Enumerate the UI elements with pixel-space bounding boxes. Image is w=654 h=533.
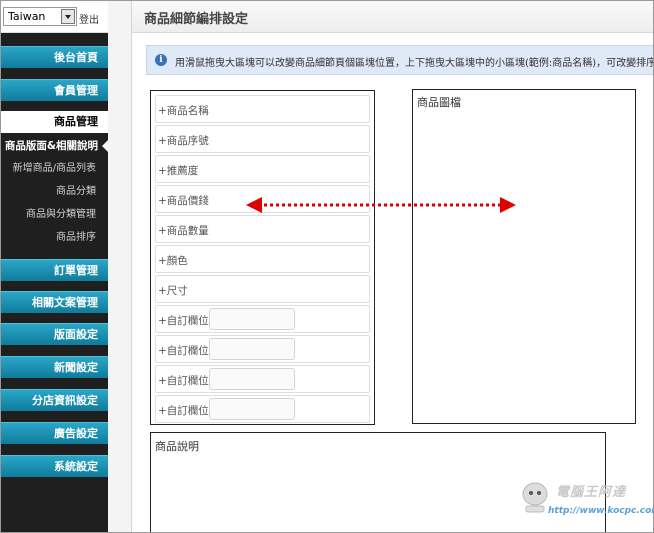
nav-home[interactable]: 後台首頁 [1,46,108,68]
field-custom-3[interactable]: +自訂欄位3 [155,365,370,393]
page-title: 商品細節編排設定 [144,12,249,27]
nav-members[interactable]: 會員管理 [1,79,108,101]
custom-field-2-input[interactable] [209,338,295,360]
info-icon: i [155,54,167,66]
field-label: +推薦度 [158,165,199,177]
watermark: 電腦王阿達 http://www.kocpc.com.tw [518,478,653,524]
field-custom-2[interactable]: +自訂欄位2 [155,335,370,363]
sub-item-categories[interactable]: 商品分類 [1,182,108,202]
chevron-down-icon[interactable] [61,9,75,24]
custom-field-1-input[interactable] [209,308,295,330]
custom-field-4-input[interactable] [209,398,295,420]
field-custom-1[interactable]: +自訂欄位1 [155,305,370,333]
product-image-block[interactable]: 商品圖檔 [412,89,636,424]
nav-news-settings[interactable]: 新聞設定 [1,356,108,378]
arrow-right-icon [500,197,516,213]
field-label: +商品價錢 [158,195,209,207]
field-product-serial[interactable]: +商品序號 [155,125,370,153]
logout-link[interactable]: 登出 [79,11,99,26]
nav-orders[interactable]: 訂單管理 [1,259,108,281]
custom-field-3-input[interactable] [209,368,295,390]
language-select[interactable]: Taiwan [3,7,77,26]
field-label: +商品數量 [158,225,209,237]
sub-item-product-list[interactable]: 新增商品/商品列表 [1,159,108,179]
sub-item-product-layout[interactable]: 商品版面&相關說明 [1,136,108,156]
arrow-left-icon [246,197,262,213]
field-color[interactable]: +顏色 [155,245,370,273]
field-label: +自訂欄位4 [158,405,216,417]
field-product-name[interactable]: +商品名稱 [155,95,370,123]
nav-ad-settings[interactable]: 廣告設定 [1,422,108,444]
watermark-url: http://www.kocpc.com.tw [548,506,653,516]
field-label: +自訂欄位1 [158,315,216,327]
main-content: 商品細節編排設定 i 用滑鼠拖曳大區塊可以改變商品細節頁個區塊位置，上下拖曳大區… [131,1,654,532]
info-text: 用滑鼠拖曳大區塊可以改變商品細節頁個區塊位置，上下拖曳大區塊中的小區塊(範例:商… [175,58,654,69]
product-fields-block[interactable]: +商品名稱 +商品序號 +推薦度 +商品價錢 +商品數量 +顏色 +尺寸 +自訂… [150,90,375,425]
app-window: Taiwan 登出 後台首頁 會員管理 商品管理 商品版面&相關說明 新增商品/… [0,0,654,533]
field-custom-4[interactable]: +自訂欄位4 [155,395,370,423]
field-label: +商品序號 [158,135,209,147]
field-label: +商品名稱 [158,105,209,117]
sidebar: Taiwan 登出 後台首頁 會員管理 商品管理 商品版面&相關說明 新增商品/… [1,1,108,532]
watermark-title: 電腦王阿達 [556,485,627,500]
language-select-value: Taiwan [8,10,46,23]
nav-system-settings[interactable]: 系統設定 [1,455,108,477]
nav-layout-settings[interactable]: 版面設定 [1,323,108,345]
field-label: +尺寸 [158,285,188,297]
sidebar-topbar: Taiwan 登出 [1,1,108,33]
field-size[interactable]: +尺寸 [155,275,370,303]
field-label: +自訂欄位3 [158,375,216,387]
nav-copy-mgmt[interactable]: 相關文案管理 [1,291,108,313]
mascot-logo-icon [522,482,548,513]
description-block-label: 商品說明 [155,440,199,453]
sub-item-sorting[interactable]: 商品排序 [1,228,108,248]
image-block-label: 商品圖檔 [417,96,461,109]
sub-item-category-mgmt[interactable]: 商品與分類管理 [1,205,108,225]
drag-arrow-icon [246,197,516,213]
field-label: +顏色 [158,255,188,267]
field-label: +自訂欄位2 [158,345,216,357]
field-quantity[interactable]: +商品數量 [155,215,370,243]
title-bar: 商品細節編排設定 [132,1,653,33]
nav-products-active[interactable]: 商品管理 [1,111,108,133]
nav-branch-settings[interactable]: 分店資訊設定 [1,389,108,411]
field-recommendation[interactable]: +推薦度 [155,155,370,183]
info-banner: i 用滑鼠拖曳大區塊可以改變商品細節頁個區塊位置，上下拖曳大區塊中的小區塊(範例… [146,45,654,75]
